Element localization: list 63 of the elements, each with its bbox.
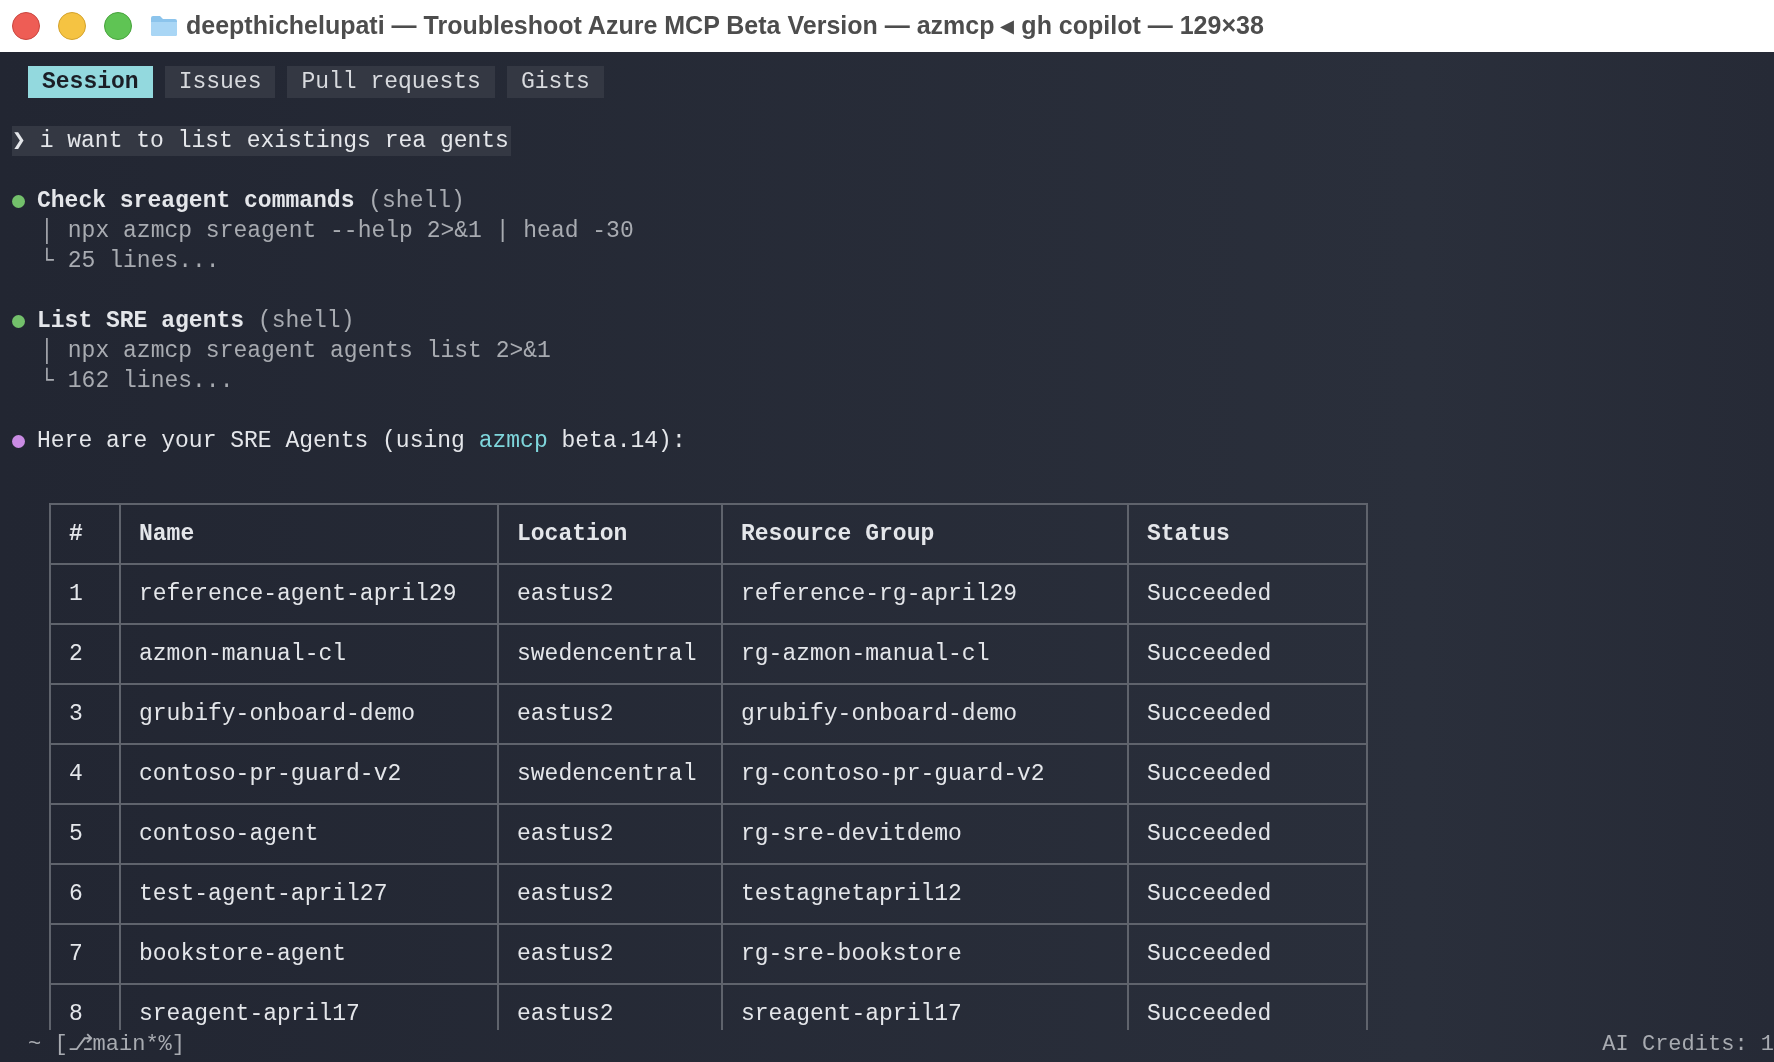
table-cell: 8 [50,984,120,1030]
tree-line: │ [40,217,54,246]
table-cell: Succeeded [1128,744,1367,804]
tab[interactable]: Issues [164,66,276,98]
tab[interactable]: Session [28,66,153,98]
table-cell: grubify-onboard-demo [120,684,498,744]
table-cell: eastus2 [498,804,722,864]
window-title: deepthichelupati — Troubleshoot Azure MCP Beta Version — azmcp ◂ gh copilot — 129×38 [186,10,1264,42]
credits-text: AI Credits: 1 [1602,1031,1774,1059]
table-cell: Succeeded [1128,564,1367,624]
command-text: npx azmcp sreagent --help 2>&1 | head -30 [67,217,634,246]
table-cell: swedencentral [498,624,722,684]
table-cell: Succeeded [1128,684,1367,744]
message-text: Here are your SRE Agents (using azmcp beta.14): [37,427,686,456]
column-header: Name [120,504,498,564]
table-cell: 6 [50,864,120,924]
column-header: Location [498,504,722,564]
result-text: 162 lines... [67,367,234,396]
table-cell: test-agent-april27 [120,864,498,924]
table-cell: Succeeded [1128,864,1367,924]
column-header: Status [1128,504,1367,564]
table-cell: rg-contoso-pr-guard-v2 [722,744,1128,804]
table-cell: 7 [50,924,120,984]
table-cell: rg-azmon-manual-cl [722,624,1128,684]
table-cell: swedencentral [498,744,722,804]
step-title: List SRE agents (shell) [37,307,355,336]
table-cell: eastus2 [498,564,722,624]
table-cell: azmon-manual-cl [120,624,498,684]
tree-corner: └ [40,366,54,396]
zoom-button[interactable] [104,12,132,40]
table-cell: reference-rg-april29 [722,564,1128,624]
table-cell: eastus2 [498,924,722,984]
status-path: ~ [⎇main*%] [28,1031,186,1059]
command-text: npx azmcp sreagent agents list 2>&1 [67,337,551,366]
minimize-button[interactable] [58,12,86,40]
tree-corner: └ [40,246,54,276]
folder-icon [150,15,178,37]
table-cell: Succeeded [1128,924,1367,984]
table-cell: contoso-pr-guard-v2 [120,744,498,804]
result-text: 25 lines... [67,247,220,276]
table-cell: testagnetapril12 [722,864,1128,924]
column-header: # [50,504,120,564]
table-cell: rg-sre-devitdemo [722,804,1128,864]
tree-line: │ [40,337,54,366]
table-cell: 2 [50,624,120,684]
column-header: Resource Group [722,504,1128,564]
tab[interactable]: Gists [506,66,604,98]
close-button[interactable] [12,12,40,40]
table-cell: Succeeded [1128,624,1367,684]
table-cell: 3 [50,684,120,744]
table-cell: rg-sre-bookstore [722,924,1128,984]
table-cell: eastus2 [498,684,722,744]
table-cell: bookstore-agent [120,924,498,984]
table-cell: 1 [50,564,120,624]
table-cell: grubify-onboard-demo [722,684,1128,744]
table-cell: eastus2 [498,864,722,924]
table-cell: 5 [50,804,120,864]
table-cell: 4 [50,744,120,804]
tab[interactable]: Pull requests [287,66,495,98]
table-cell: contoso-agent [120,804,498,864]
table-cell: reference-agent-april29 [120,564,498,624]
step-title: Check sreagent commands (shell) [37,187,465,216]
table-cell: Succeeded [1128,804,1367,864]
